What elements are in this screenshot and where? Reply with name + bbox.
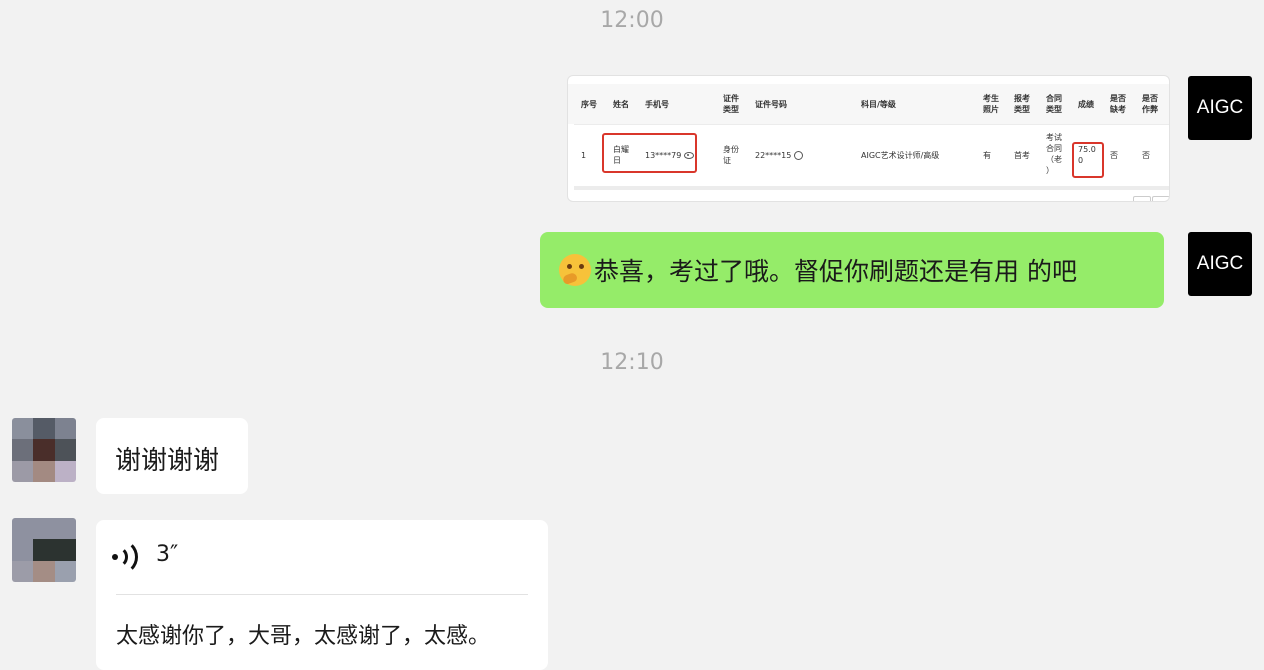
horizontal-scrollbar[interactable] xyxy=(574,186,1169,190)
pagination-button xyxy=(1152,196,1169,201)
pagination-button xyxy=(1133,196,1151,201)
row-photo: 有 xyxy=(983,151,991,160)
row-cheat: 否 xyxy=(1142,151,1150,160)
image-message-score-table[interactable]: 序号 姓名 手机号 证件 类型 证件号码 科目/等级 考生 照片 报考 类型 合… xyxy=(567,75,1170,202)
header-cell: 证件 类型 xyxy=(723,94,739,114)
divider xyxy=(116,594,528,595)
voice-transcript: 太感谢你了，大哥，太感谢了，太感。 xyxy=(116,624,491,649)
contact-avatar[interactable] xyxy=(12,518,76,582)
row-id-number: 22****15 xyxy=(755,150,804,161)
my-avatar[interactable]: AIGC xyxy=(1188,76,1252,140)
contact-avatar[interactable] xyxy=(12,418,76,482)
highlight-box-score xyxy=(1072,142,1104,178)
voice-duration: 3″ xyxy=(156,542,179,567)
row-contract: 考试 合同 （老 ） xyxy=(1046,133,1062,175)
thinking-face-icon xyxy=(559,254,591,286)
header-cell: 手机号 xyxy=(645,100,669,109)
row-apply-type: 首考 xyxy=(1014,151,1030,160)
header-cell: 序号 xyxy=(581,100,597,109)
header-cell: 科目/等级 xyxy=(861,100,896,109)
header-cell: 合同 类型 xyxy=(1046,94,1062,114)
header-cell: 成绩 xyxy=(1078,100,1094,109)
voice-wave-icon xyxy=(112,539,138,575)
header-cell: 报考 类型 xyxy=(1014,94,1030,114)
row-absent: 否 xyxy=(1110,151,1118,160)
row-index: 1 xyxy=(581,151,587,160)
header-cell: 考生 照片 xyxy=(983,94,999,114)
incoming-message-bubble[interactable]: 谢谢谢谢 xyxy=(96,418,248,494)
highlight-box-name-phone xyxy=(602,133,697,173)
row-subject: AIGC艺术设计师/高级 xyxy=(861,151,940,160)
header-cell: 是否 作弊 xyxy=(1142,94,1158,114)
id-number-value: 22****15 xyxy=(755,151,792,160)
timestamp: 12:10 xyxy=(600,350,664,375)
timestamp: 12:00 xyxy=(600,8,664,33)
header-cell: 证件号码 xyxy=(755,100,787,109)
header-cell: 是否 缺考 xyxy=(1110,94,1126,114)
voice-message-bubble[interactable]: 3″ 太感谢你了，大哥，太感谢了，太感。 xyxy=(96,520,548,670)
check-circle-icon xyxy=(794,151,804,160)
outgoing-message-bubble[interactable]: 恭喜，考过了哦。督促你刷题还是有用 的吧 xyxy=(540,232,1164,308)
message-text: 恭喜，考过了哦。督促你刷题还是有用 的吧 xyxy=(594,257,1077,286)
row-id-type: 身份 证 xyxy=(723,145,739,165)
header-cell: 姓名 xyxy=(613,100,629,109)
my-avatar[interactable]: AIGC xyxy=(1188,232,1252,296)
table-divider xyxy=(574,124,1169,125)
message-text: 谢谢谢谢 xyxy=(115,446,220,476)
